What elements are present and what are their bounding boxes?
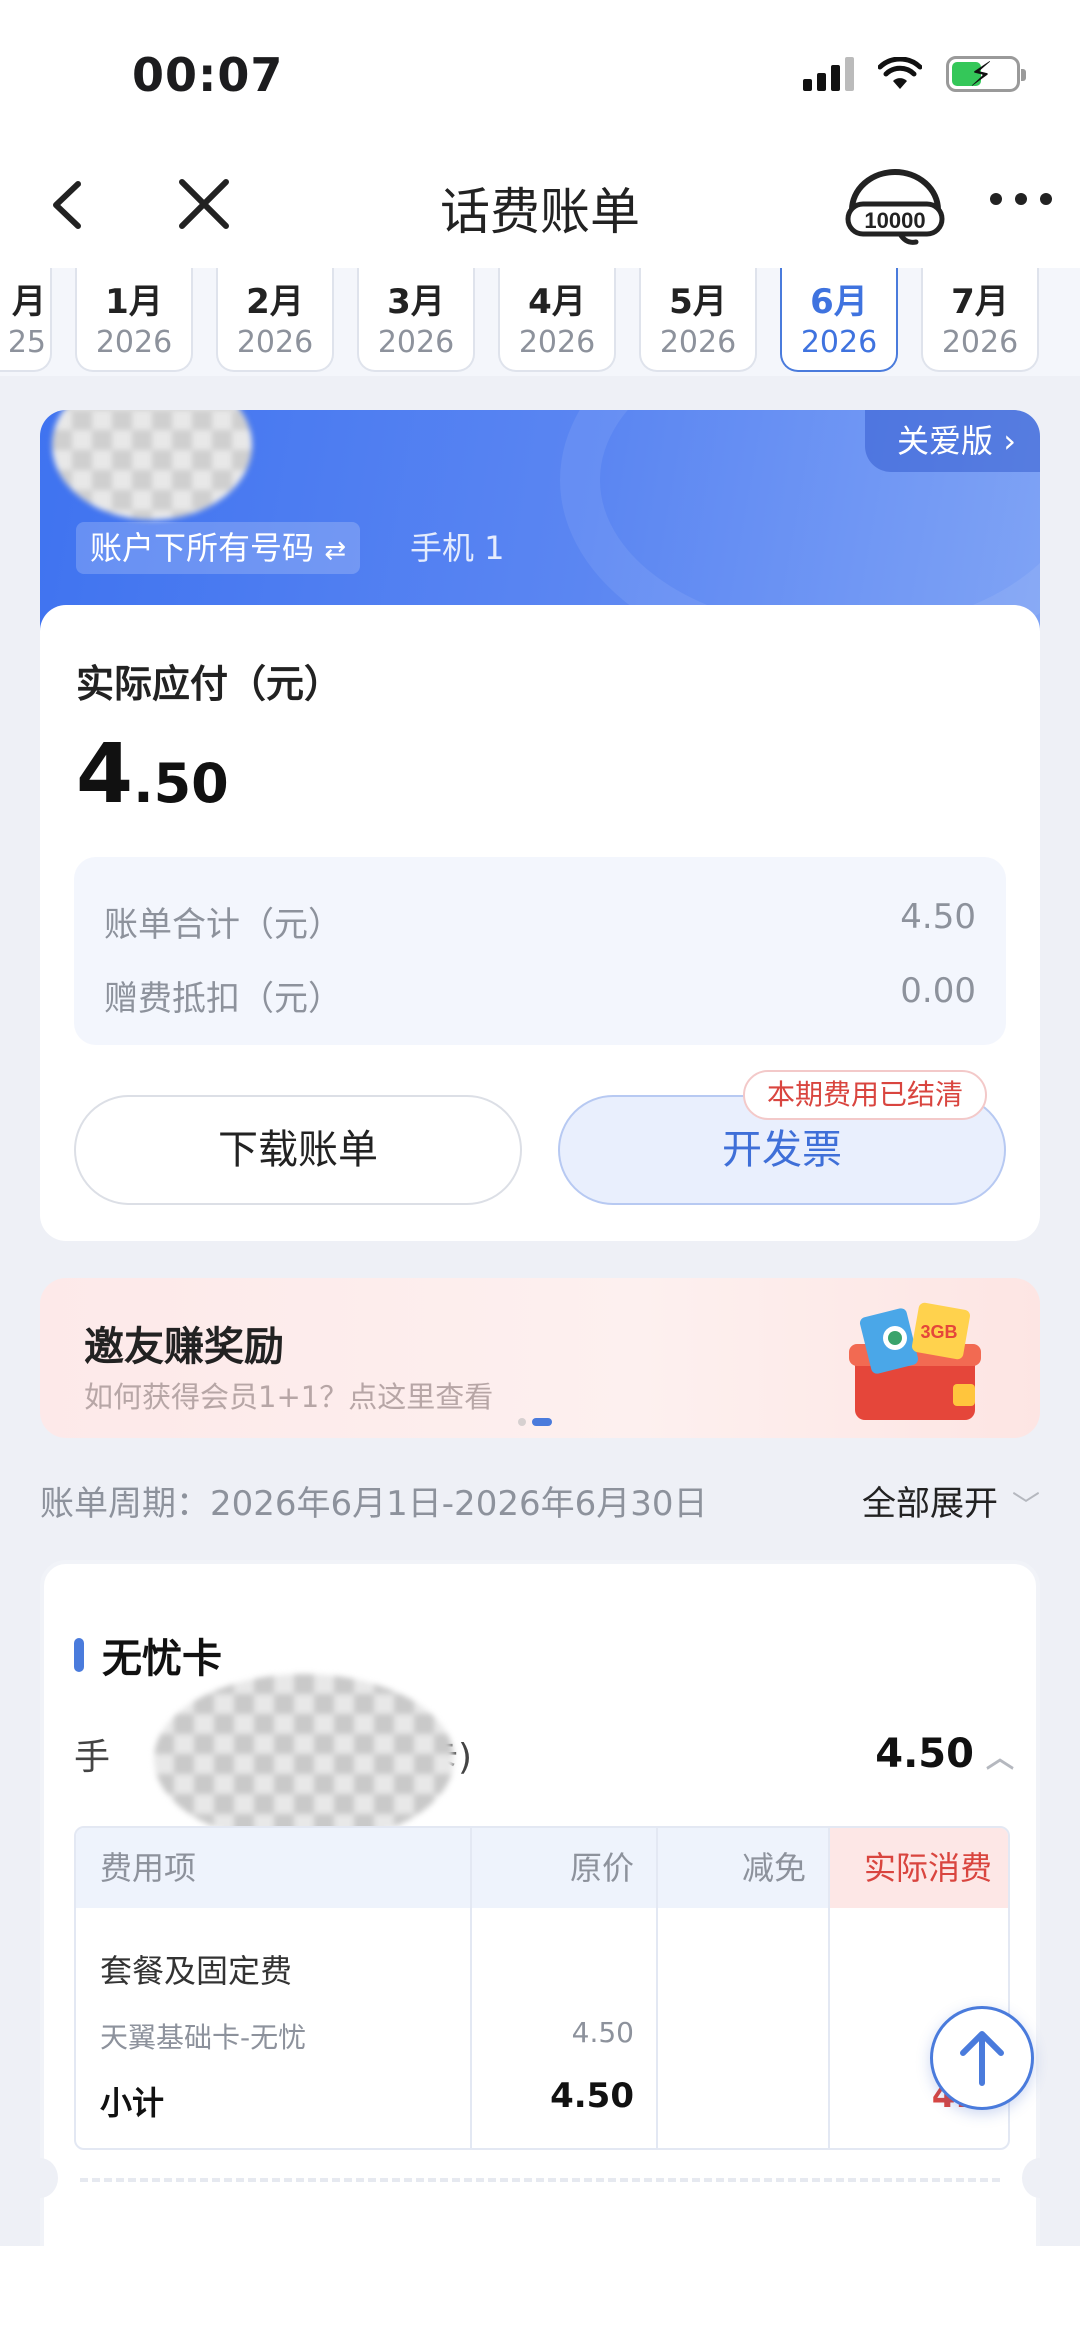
dashed-divider — [80, 2178, 1000, 2182]
more-icon[interactable] — [986, 184, 1056, 214]
bill-period: 账单周期：2026年6月1日-2026年6月30日 — [40, 1484, 708, 1524]
month-tab-year: 2026 — [236, 325, 314, 360]
section-header: 无忧卡 — [74, 1626, 222, 1684]
phone-line-total: 4.50 ︿ — [875, 1731, 1014, 1777]
summary-value: 0.00 — [900, 971, 976, 1011]
back-to-top-button[interactable] — [930, 2006, 1034, 2110]
month-tab-month: 7月 — [951, 282, 1009, 322]
amount-due: 4.50 — [76, 727, 229, 822]
gift-box-icon: 3GB — [849, 1302, 981, 1420]
ticket-notch-right — [1022, 2158, 1058, 2198]
phone-count-label: 手机 1 — [410, 529, 505, 567]
month-tab-month: 3月 — [387, 282, 445, 322]
month-tab-month: 月 — [12, 282, 46, 322]
bill-summary: 账单合计（元） 4.50 赠费抵扣（元） 0.00 — [74, 857, 1006, 1045]
subtotal-original: 4.50 — [550, 2076, 634, 2116]
month-tab-jul[interactable]: 7月 2026 — [921, 268, 1039, 372]
month-tab-month: 1月 — [105, 282, 163, 322]
chevron-down-icon: ﹀ — [1011, 1489, 1040, 1522]
summary-value: 4.50 — [900, 897, 976, 937]
chevron-right-icon: › — [1003, 422, 1016, 460]
summary-row: 赠费抵扣（元） 0.00 — [104, 971, 976, 1020]
carousel-indicator — [518, 1418, 552, 1426]
amount-decimal: .50 — [133, 752, 229, 815]
status-bar: 00:07 ⚡ — [0, 0, 1080, 150]
redacted-avatar — [52, 410, 252, 520]
month-tab-year: 25 — [7, 325, 46, 360]
month-tab-year: 2026 — [941, 325, 1019, 360]
section-title: 无忧卡 — [102, 1636, 222, 1682]
account-selector-label: 账户下所有号码 — [90, 529, 315, 567]
month-tab-month: 4月 — [528, 282, 586, 322]
summary-row: 账单合计（元） 4.50 — [104, 897, 976, 946]
fee-item-name: 天翼基础卡-无忧 — [100, 2021, 307, 2054]
ticket-notch-left — [22, 2158, 58, 2198]
care-mode-button[interactable]: 关爱版 › — [865, 410, 1040, 472]
redacted-phone-number — [154, 1674, 454, 1844]
summary-label: 账单合计（元） — [104, 905, 342, 945]
nav-bar: 话费账单 10000 — [0, 150, 1080, 268]
month-tab-month: 6月 — [810, 282, 868, 322]
bill-detail-card: 无忧卡 手付费卡) 4.50︿ 费用项 原价 减免 实际消费 套餐及固定费 天翼… — [40, 1560, 1040, 2341]
month-tab-feb[interactable]: 2月 2026 — [216, 268, 334, 372]
expand-all-label: 全部展开 — [861, 1484, 998, 1524]
phone-line-prefix: 手 — [74, 1737, 111, 1778]
arrow-up-icon — [960, 2031, 1004, 2086]
fee-table: 费用项 原价 减免 实际消费 套餐及固定费 天翼基础卡-无忧 4.50 4 小计… — [74, 1826, 1010, 2150]
bottom-area — [0, 2246, 1080, 2341]
col-header-actual: 实际消费 — [863, 1849, 992, 1887]
month-tab-year: 2026 — [377, 325, 455, 360]
month-tab-year: 2026 — [659, 325, 737, 360]
section-accent-bar — [74, 1638, 84, 1672]
battery-icon: ⚡ — [946, 55, 1026, 95]
month-tabs: 月 25 1月 2026 2月 2026 3月 2026 4月 2026 5月 … — [0, 268, 1080, 376]
subtotal-label: 小计 — [100, 2084, 165, 2122]
month-tab-month: 5月 — [669, 282, 727, 322]
download-bill-button[interactable]: 下载账单 — [74, 1095, 522, 1205]
expand-all-button[interactable]: 全部展开 ﹀ — [862, 1476, 1040, 1525]
account-selector[interactable]: 账户下所有号码 ⇄ — [76, 522, 360, 574]
month-tab-year: 2026 — [518, 325, 596, 360]
month-tab-dec-2025[interactable]: 月 25 — [0, 268, 52, 372]
chevron-up-icon[interactable]: ︿ — [986, 1741, 1014, 1774]
month-tab-month: 2月 — [246, 282, 304, 322]
fee-item-original: 4.50 — [571, 2016, 634, 2049]
month-tab-apr[interactable]: 4月 2026 — [498, 268, 616, 372]
status-icons: ⚡ — [803, 55, 1026, 95]
month-tab-year: 2026 — [95, 325, 173, 360]
swap-icon: ⇄ — [324, 536, 346, 566]
settled-badge: 本期费用已结清 — [743, 1070, 988, 1120]
col-header-item: 费用项 — [100, 1849, 197, 1887]
col-header-discount: 减免 — [741, 1849, 806, 1887]
wifi-icon — [878, 57, 922, 89]
amount-due-label: 实际应付（元） — [76, 662, 343, 706]
signal-icon — [803, 57, 854, 91]
phone-line-amount: 4.50 — [875, 1731, 974, 1777]
amount-integer: 4 — [76, 727, 134, 822]
customer-service-number: 10000 — [864, 208, 925, 233]
promo-banner[interactable]: 邀友赚奖励 如何获得会员1+1？点这里查看 3GB — [40, 1278, 1040, 1438]
month-tab-year: 2026 — [800, 325, 878, 360]
month-tab-jun[interactable]: 6月 2026 — [780, 268, 898, 372]
month-tab-mar[interactable]: 3月 2026 — [357, 268, 475, 372]
gift-data-badge: 3GB — [920, 1322, 957, 1342]
customer-service-icon[interactable]: 10000 — [840, 164, 950, 248]
status-time: 00:07 — [132, 48, 284, 102]
fee-group-label: 套餐及固定费 — [100, 1952, 293, 1990]
summary-label: 赠费抵扣（元） — [104, 979, 342, 1019]
month-tab-may[interactable]: 5月 2026 — [639, 268, 757, 372]
col-header-original: 原价 — [569, 1849, 634, 1887]
care-mode-label: 关爱版 — [897, 422, 994, 460]
promo-title: 邀友赚奖励 — [84, 1324, 284, 1370]
promo-subtitle: 如何获得会员1+1？点这里查看 — [84, 1380, 494, 1414]
payment-card: 实际应付（元） 4.50 账单合计（元） 4.50 赠费抵扣（元） 0.00 下… — [40, 605, 1040, 1241]
month-tab-jan[interactable]: 1月 2026 — [75, 268, 193, 372]
